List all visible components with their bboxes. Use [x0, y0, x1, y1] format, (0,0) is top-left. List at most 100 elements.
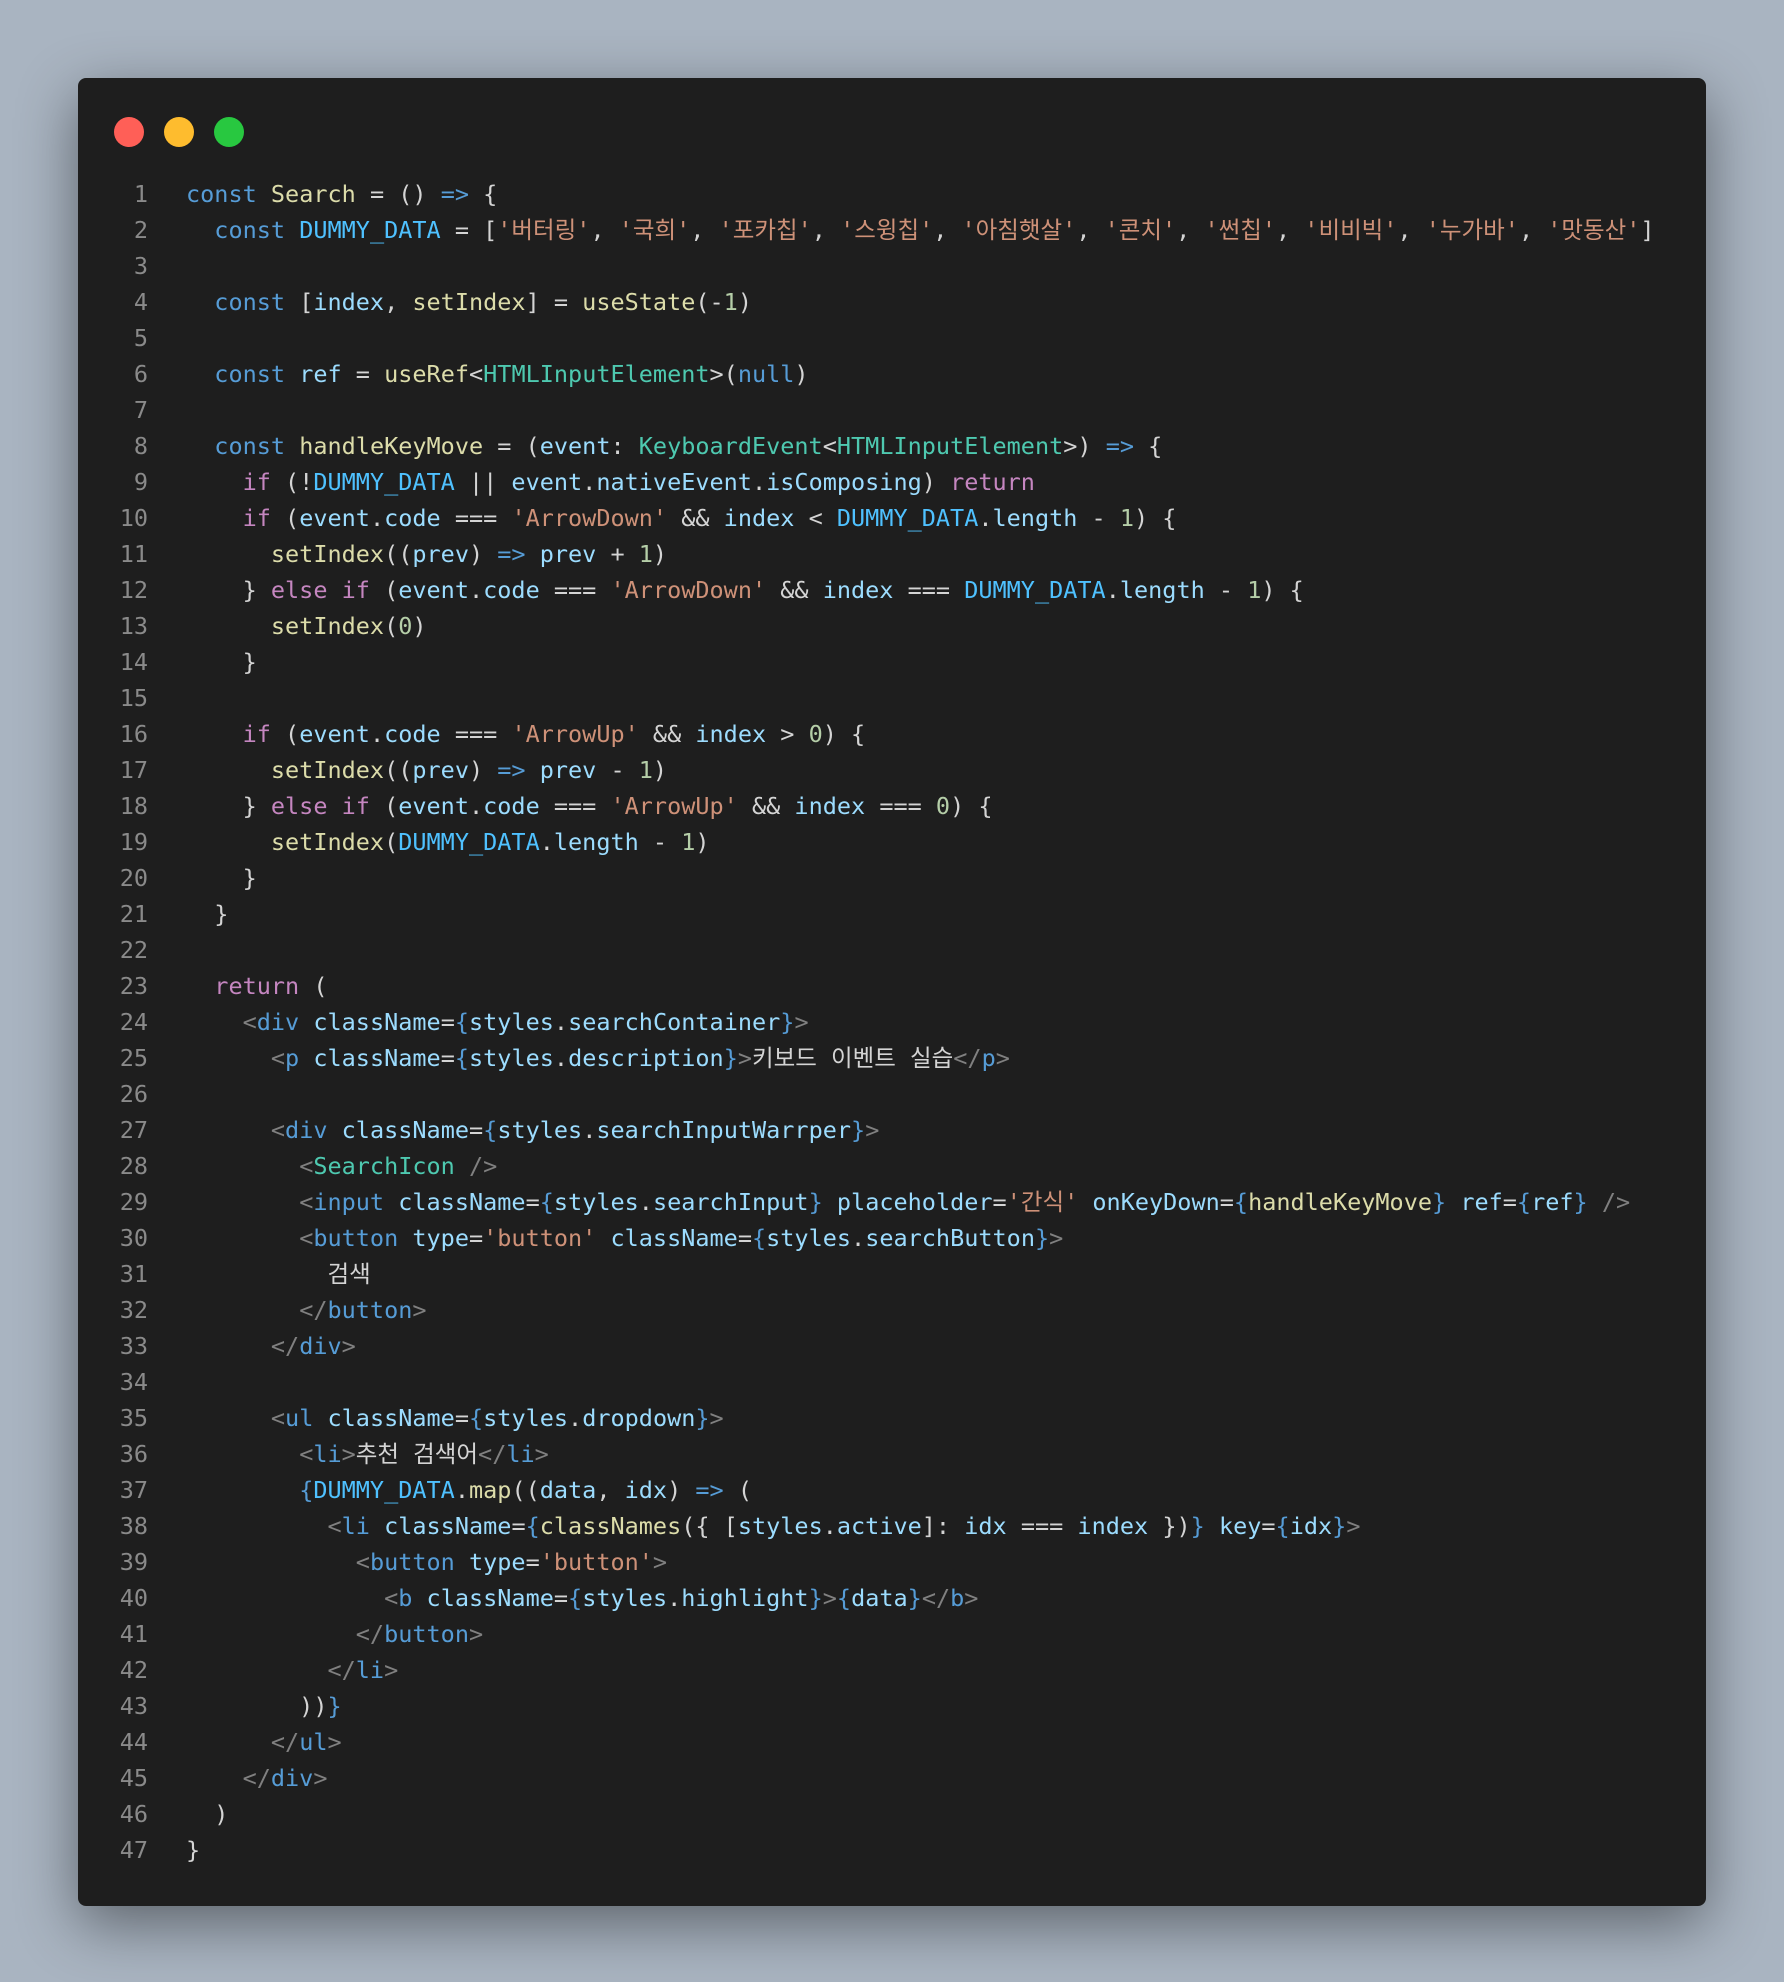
- code-token: {: [469, 1404, 484, 1432]
- code-line: 2 const DUMMY_DATA = ['버터링', '국희', '포카칩'…: [78, 212, 1706, 248]
- code-token: {: [539, 1188, 554, 1216]
- code-token: index: [822, 576, 894, 604]
- code-token: setIndex: [270, 612, 385, 640]
- line-number: 34: [119, 1368, 148, 1396]
- line-number: 37: [119, 1476, 148, 1504]
- code-line: 14 }: [78, 644, 1706, 680]
- code-token: -: [638, 828, 682, 856]
- code-line: 37 {DUMMY_DATA.map((data, idx) => (: [78, 1472, 1706, 1508]
- code-token: }): [1148, 1512, 1191, 1540]
- code-token: styles: [582, 1584, 668, 1612]
- code-token: >: [534, 1440, 549, 1468]
- code-token: =>: [1105, 432, 1134, 460]
- code-token: '스윙칩': [840, 216, 934, 244]
- code-editor[interactable]: 1 const Search = () => {2 const DUMMY_DAT…: [78, 176, 1706, 1868]
- line-content: [148, 392, 186, 428]
- code-token: ,: [1518, 216, 1548, 244]
- minimize-button[interactable]: [164, 117, 194, 147]
- code-token: {: [454, 1008, 470, 1036]
- line-number: 28: [119, 1152, 148, 1180]
- line-number: 12: [119, 576, 148, 604]
- code-token: = [: [440, 216, 498, 244]
- code-token: <: [355, 1548, 370, 1576]
- code-token: <: [299, 1152, 314, 1180]
- line-number: 18: [119, 792, 148, 820]
- zoom-button[interactable]: [214, 117, 244, 147]
- code-token: styles: [553, 1188, 639, 1216]
- line-number: 33: [119, 1332, 148, 1360]
- code-token: }: [1573, 1188, 1588, 1216]
- code-token: ,: [596, 1476, 625, 1504]
- line-content: [148, 932, 186, 968]
- line-content: const [index, setIndex] = useState(-1): [148, 284, 752, 320]
- code-token: if: [242, 720, 271, 748]
- code-token: button: [327, 1296, 413, 1324]
- code-token: {: [468, 180, 498, 208]
- code-token: ) {: [1134, 504, 1177, 532]
- code-line: 29 <input className={styles.searchInput}…: [78, 1184, 1706, 1220]
- code-token: ref: [1460, 1188, 1503, 1216]
- line-content: [148, 1076, 186, 1112]
- line-number: 44: [119, 1728, 148, 1756]
- code-token: if: [341, 576, 370, 604]
- code-token: DUMMY_DATA: [299, 216, 441, 244]
- code-line: 6 const ref = useRef<HTMLInputElement>(n…: [78, 356, 1706, 392]
- code-token: className: [313, 1008, 441, 1036]
- code-token: ,: [1076, 216, 1105, 244]
- code-token: ): [186, 1800, 229, 1828]
- code-line: 19 setIndex(DUMMY_DATA.length - 1): [78, 824, 1706, 860]
- code-token: }: [695, 1404, 710, 1432]
- code-token: description: [568, 1044, 724, 1072]
- code-line: 27 <div className={styles.searchInputWar…: [78, 1112, 1706, 1148]
- code-token: {: [454, 1044, 470, 1072]
- code-token: searchInputWarrper: [596, 1116, 852, 1144]
- code-token: =: [737, 1224, 752, 1252]
- line-number: 43: [119, 1692, 148, 1720]
- code-token: >: [1049, 1224, 1064, 1252]
- code-token: &&: [766, 576, 823, 604]
- line-content: <li>추천 검색어</li>: [148, 1436, 549, 1472]
- code-token: 1: [723, 288, 738, 316]
- line-content: </ul>: [148, 1724, 342, 1760]
- code-token: )): [186, 1692, 328, 1720]
- code-token: li: [355, 1656, 385, 1684]
- code-token: >: [964, 1584, 979, 1612]
- code-token: p: [285, 1044, 300, 1072]
- code-token: index: [723, 504, 795, 532]
- line-content: <div className={styles.searchInputWarrpe…: [148, 1112, 879, 1148]
- line-content: const ref = useRef<HTMLInputElement>(nul…: [148, 356, 808, 392]
- code-token: event: [299, 504, 370, 532]
- code-token: }: [1190, 1512, 1205, 1540]
- code-token: }: [186, 864, 257, 892]
- code-token: code: [483, 792, 540, 820]
- code-token: DUMMY_DATA: [964, 576, 1106, 604]
- code-token: map: [468, 1476, 512, 1504]
- code-token: setIndex: [270, 540, 385, 568]
- line-content: <li className={classNames({ [styles.acti…: [148, 1508, 1360, 1544]
- code-token: >: [737, 1044, 753, 1072]
- line-number: 11: [119, 540, 148, 568]
- line-content: setIndex(DUMMY_DATA.length - 1): [148, 824, 710, 860]
- code-token: ,: [384, 288, 413, 316]
- code-token: ,: [1397, 216, 1426, 244]
- code-token: data: [539, 1476, 597, 1504]
- line-content: } else if (event.code === 'ArrowUp' && i…: [148, 788, 993, 824]
- code-token: placeholder: [836, 1188, 993, 1216]
- code-token: =: [454, 1404, 469, 1432]
- close-button[interactable]: [114, 117, 144, 147]
- line-content: if (event.code === 'ArrowUp' && index > …: [148, 716, 866, 752]
